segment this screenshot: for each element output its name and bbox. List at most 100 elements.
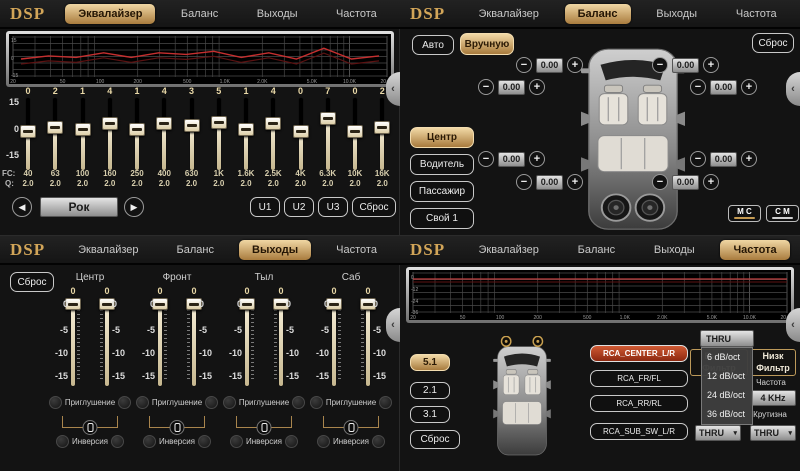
tab-frequency[interactable]: Частота	[720, 240, 789, 260]
eq-band-slider[interactable]	[75, 123, 91, 136]
eq-band-slider[interactable]	[20, 125, 36, 138]
balance-reset-button[interactable]: Сброс	[752, 33, 794, 53]
cm-button[interactable]: C M	[766, 205, 799, 222]
mode-button-auto[interactable]: Авто	[412, 35, 454, 55]
tab-balance[interactable]: Баланс	[168, 4, 231, 24]
mute-left-checkbox[interactable]	[49, 396, 62, 409]
minus-button[interactable]: −	[516, 174, 532, 190]
memory-button-u2[interactable]: U2	[284, 197, 314, 217]
tab-frequency[interactable]: Частота	[723, 4, 790, 24]
tab-equalizer[interactable]: Эквалайзер	[65, 4, 155, 24]
slope-option[interactable]: 24 dB/oct	[702, 386, 752, 405]
eq-band-slider[interactable]	[265, 117, 281, 130]
slope-dropdown-open[interactable]: THRU	[700, 330, 754, 347]
tab-balance[interactable]: Баланс	[565, 240, 628, 260]
edge-handle[interactable]: ‹	[386, 308, 400, 342]
tab-frequency[interactable]: Частота	[323, 4, 390, 24]
preset-prev-button[interactable]: ◀	[12, 197, 32, 217]
position-button-1[interactable]: Центр	[410, 127, 474, 148]
link-button[interactable]	[170, 420, 185, 435]
memory-button-u3[interactable]: U3	[318, 197, 348, 217]
tab-equalizer[interactable]: Эквалайзер	[65, 240, 151, 260]
link-button[interactable]	[83, 420, 98, 435]
eq-band-slider[interactable]	[211, 116, 227, 129]
position-button-3[interactable]: Пассажир	[410, 181, 474, 202]
eq-band-slider[interactable]	[347, 125, 363, 138]
minus-button[interactable]: −	[478, 151, 494, 167]
eq-band-slider[interactable]	[47, 121, 63, 134]
edge-handle[interactable]: ‹	[786, 72, 800, 106]
eq-band-slider[interactable]	[156, 117, 172, 130]
tab-frequency[interactable]: Частота	[323, 240, 390, 260]
tab-outputs[interactable]: Выходы	[239, 240, 311, 260]
band-fc-value: 400	[151, 169, 177, 178]
plus-button[interactable]: +	[741, 151, 757, 167]
plus-button[interactable]: +	[567, 57, 583, 73]
invert-left-checkbox[interactable]	[230, 435, 243, 448]
eq-band-slider[interactable]	[374, 121, 390, 134]
edge-handle[interactable]: ‹	[786, 308, 800, 342]
tab-outputs[interactable]: Выходы	[643, 4, 710, 24]
config-button-3-1[interactable]: 3.1	[410, 406, 450, 423]
config-button-2-1[interactable]: 2.1	[410, 382, 450, 399]
eq-band-slider[interactable]	[320, 112, 336, 125]
tab-balance[interactable]: Баланс	[164, 240, 227, 260]
invert-left-checkbox[interactable]	[143, 435, 156, 448]
edge-handle[interactable]: ‹	[386, 72, 400, 106]
freq-reset-button[interactable]: Сброс	[410, 430, 460, 449]
position-button-4[interactable]: Свой 1	[410, 208, 474, 229]
mute-left-checkbox[interactable]	[223, 396, 236, 409]
eq-band-slider[interactable]	[129, 123, 145, 136]
link-button[interactable]	[344, 420, 359, 435]
minus-button[interactable]: −	[652, 174, 668, 190]
mute-left-checkbox[interactable]	[310, 396, 323, 409]
eq-band-slider[interactable]	[238, 123, 254, 136]
plus-button[interactable]: +	[529, 79, 545, 95]
mute-right-checkbox[interactable]	[379, 396, 392, 409]
plus-button[interactable]: +	[741, 79, 757, 95]
mute-left-checkbox[interactable]	[136, 396, 149, 409]
filter-freq-value[interactable]: 4 KHz	[750, 390, 796, 406]
rca-channel-button[interactable]: RCA_CENTER_L/R	[590, 345, 688, 362]
memory-button-u1[interactable]: U1	[250, 197, 280, 217]
slope-option[interactable]: 12 dB/oct	[702, 367, 752, 386]
output-scale-label: -5	[307, 325, 329, 335]
outputs-reset-button[interactable]: Сброс	[10, 272, 54, 292]
plus-button[interactable]: +	[703, 57, 719, 73]
minus-button[interactable]: −	[690, 151, 706, 167]
slope-select[interactable]: THRU▾	[750, 425, 796, 441]
mode-button-manual[interactable]: Вручную	[460, 33, 514, 55]
slope-option[interactable]: 36 dB/oct	[702, 405, 752, 424]
tab-equalizer[interactable]: Эквалайзер	[465, 4, 551, 24]
eq-reset-button[interactable]: Сброс	[352, 197, 396, 217]
rca-channel-button[interactable]: RCA_FR/FL	[590, 370, 688, 387]
config-button-5-1[interactable]: 5.1	[410, 354, 450, 371]
invert-left-checkbox[interactable]	[317, 435, 330, 448]
eq-band-slider[interactable]	[293, 125, 309, 138]
minus-button[interactable]: −	[516, 57, 532, 73]
position-button-2[interactable]: Водитель	[410, 154, 474, 175]
link-button[interactable]	[257, 420, 272, 435]
plus-button[interactable]: +	[567, 174, 583, 190]
invert-right-checkbox[interactable]	[372, 435, 385, 448]
slope-select[interactable]: THRU▾	[695, 425, 741, 441]
minus-button[interactable]: −	[690, 79, 706, 95]
minus-button[interactable]: −	[652, 57, 668, 73]
preset-next-button[interactable]: ▶	[124, 197, 144, 217]
tab-balance[interactable]: Баланс	[565, 4, 631, 24]
plus-button[interactable]: +	[703, 174, 719, 190]
eq-band-slider[interactable]	[102, 117, 118, 130]
preset-display[interactable]: Рок	[40, 197, 118, 217]
mc-button[interactable]: M C	[728, 205, 761, 222]
tab-equalizer[interactable]: Эквалайзер	[466, 240, 552, 260]
eq-band-slider[interactable]	[184, 119, 200, 132]
tab-outputs[interactable]: Выходы	[244, 4, 311, 24]
slider-fill	[326, 118, 330, 170]
rca-channel-button[interactable]: RCA_RR/RL	[590, 395, 688, 412]
slope-option[interactable]: 6 dB/oct	[702, 348, 752, 367]
invert-left-checkbox[interactable]	[56, 435, 69, 448]
rca-channel-button[interactable]: RCA_SUB_SW_L/R	[590, 423, 688, 440]
minus-button[interactable]: −	[478, 79, 494, 95]
tab-outputs[interactable]: Выходы	[641, 240, 708, 260]
plus-button[interactable]: +	[529, 151, 545, 167]
